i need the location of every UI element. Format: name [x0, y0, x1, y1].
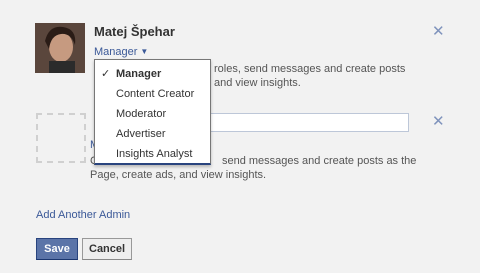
admin-avatar	[35, 23, 85, 73]
role-selector[interactable]: Manager ▼	[94, 46, 148, 58]
admin-name: Matej Špehar	[94, 24, 175, 39]
cancel-button[interactable]: Cancel	[82, 238, 132, 260]
role-option-manager[interactable]: ✓ Manager	[95, 66, 210, 86]
role-selector-label: Manager	[94, 46, 138, 58]
save-button[interactable]: Save	[36, 238, 78, 260]
new-admin-name-input[interactable]	[205, 113, 409, 132]
desc-line2: Page, create ads, and view insights.	[90, 169, 267, 181]
check-icon: ✓	[101, 68, 111, 80]
remove-new-admin-close-icon[interactable]: ✕	[432, 114, 445, 129]
remove-admin-close-icon[interactable]: ✕	[432, 24, 445, 39]
new-admin-avatar-placeholder	[36, 113, 86, 163]
role-option-moderator[interactable]: Moderator	[95, 106, 210, 126]
role-description: roles, send messages and create posts an…	[214, 63, 406, 89]
dropdown-arrow-icon: ▼	[140, 47, 149, 56]
role-option-insights-analyst[interactable]: Insights Analyst	[95, 146, 210, 166]
desc-line1: send messages and create posts as the	[221, 155, 417, 167]
role-option-advertiser[interactable]: Advertiser	[95, 126, 210, 146]
add-another-admin-link[interactable]: Add Another Admin	[36, 209, 130, 221]
role-option-content-creator[interactable]: Content Creator	[95, 86, 210, 106]
role-dropdown-menu: ✓ Manager Content Creator Moderator Adve…	[94, 59, 211, 165]
